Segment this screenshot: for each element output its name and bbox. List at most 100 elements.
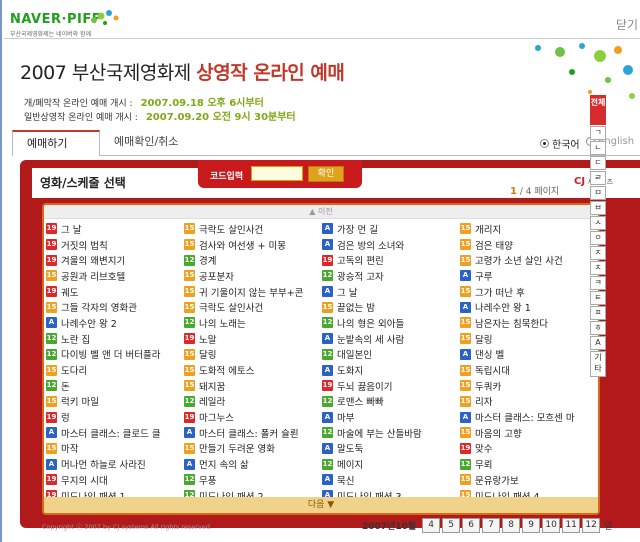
day-button[interactable]: 6 [462, 518, 481, 533]
movie-item[interactable]: 12 다이빙 벨 앤 더 버터플라 [46, 347, 184, 363]
index-letter-button[interactable]: ㄴ [590, 141, 606, 155]
movie-item[interactable]: 12 나의 형은 외아들 [322, 315, 460, 331]
close-link[interactable]: 닫기 [616, 16, 638, 33]
movie-item[interactable]: 19 거짓의 법칙 [46, 237, 184, 253]
movie-item[interactable]: 19 그 날 [46, 221, 184, 237]
index-letter-button[interactable]: ㄹ [590, 171, 606, 185]
movie-item[interactable]: 15 그들 각자의 영화관 [46, 299, 184, 315]
movie-item[interactable]: 15 도화적 에토스 [184, 362, 322, 378]
movie-item[interactable]: A 나례수안 왕 2 [46, 315, 184, 331]
movie-item[interactable]: A 먼지 속의 삶 [184, 456, 322, 472]
movie-item[interactable]: A 나레수안 왕 1 [460, 299, 598, 315]
lang-korean-radio[interactable]: 한국어 [540, 136, 580, 151]
movie-item[interactable]: A 검은 방의 소녀와 [322, 237, 460, 253]
tab-reserve[interactable]: 예매하기 [12, 130, 100, 156]
movie-item[interactable]: 19 고독의 편린 [322, 252, 460, 268]
movie-item[interactable]: A 구루 [460, 268, 598, 284]
movie-item[interactable]: 15 두쿼카 [460, 378, 598, 394]
movie-item[interactable]: A 머나먼 하늘로 사라진 [46, 456, 184, 472]
day-button[interactable]: 11 [562, 518, 581, 533]
movie-item[interactable]: 15 달링 [184, 347, 322, 363]
movie-item[interactable]: 15 달링 [460, 331, 598, 347]
movie-item[interactable]: 15 공원과 리브호텔 [46, 268, 184, 284]
index-letter-button[interactable]: ㅎ [590, 321, 606, 335]
index-letter-button[interactable]: ㅁ [590, 186, 606, 200]
movie-item[interactable]: A 가장 먼 길 [322, 221, 460, 237]
day-button[interactable]: 4 [422, 518, 441, 533]
movie-item[interactable]: 19 맞수 [460, 441, 598, 457]
movie-item[interactable]: 15 마음의 고향 [460, 425, 598, 441]
movie-item[interactable]: 12 노란 집 [46, 331, 184, 347]
movie-item[interactable]: 15 고령가 소년 살인 사건 [460, 252, 598, 268]
movie-item[interactable]: 12 광승적 고자 [322, 268, 460, 284]
day-button[interactable]: 7 [482, 518, 501, 533]
index-letter-button[interactable]: ㅂ [590, 201, 606, 215]
index-letter-button[interactable]: 기타 [590, 351, 606, 377]
movie-item[interactable]: 19 무지의 시대 [46, 472, 184, 488]
movie-item[interactable]: A그 날 [322, 284, 460, 300]
movie-item[interactable]: 12 로맨스 빠빠 [322, 394, 460, 410]
index-letter-button[interactable]: ㅈ [590, 246, 606, 260]
movie-item[interactable]: 15 리자 [460, 394, 598, 410]
movie-item[interactable]: 19 겨울의 왜변지기 [46, 252, 184, 268]
movie-item[interactable]: A 댄싱 벨 [460, 347, 598, 363]
movie-item[interactable]: 12 마술에 부는 산들바람 [322, 425, 460, 441]
movie-item[interactable]: 15 도다리 [46, 362, 184, 378]
movie-item[interactable]: 15 검은 태양 [460, 237, 598, 253]
movie-item[interactable]: 15 극락도 살인사건 [184, 299, 322, 315]
movie-item[interactable]: 12 무뢰 [460, 456, 598, 472]
movie-item[interactable]: 15 개리지 [460, 221, 598, 237]
day-button[interactable]: 8 [502, 518, 521, 533]
movie-item[interactable]: A 눈밭속의 세 사람 [322, 331, 460, 347]
code-input[interactable] [251, 166, 303, 181]
index-letter-button[interactable]: ㅍ [590, 306, 606, 320]
day-button[interactable]: 10 [542, 518, 561, 533]
movie-item[interactable]: 12 대일본인 [322, 347, 460, 363]
movie-item[interactable]: 12 경계 [184, 252, 322, 268]
movie-item[interactable]: A 도화지 [322, 362, 460, 378]
movie-item[interactable]: 15 그가 떠난 후 [460, 284, 598, 300]
index-letter-button[interactable]: ㅇ [590, 231, 606, 245]
movie-item[interactable]: 12 나의 노래는 [184, 315, 322, 331]
movie-item[interactable]: A 묵신 [322, 472, 460, 488]
movie-item[interactable]: A 마스터 클래스: 클로드 클 [46, 425, 184, 441]
movie-item[interactable]: A 마스터 클래스: 모흐센 마 [460, 409, 598, 425]
movie-item[interactable]: 15 독립시대 [460, 362, 598, 378]
movie-item[interactable]: 15 극락도 살인사건 [184, 221, 322, 237]
tab-check-cancel[interactable]: 예매확인/취소 [100, 130, 200, 156]
movie-item[interactable]: A 마스터 클래스: 폴커 슐뢴 [184, 425, 322, 441]
naver-piff-logo[interactable]: NAVER·PIFF [10, 12, 101, 27]
prev-page-button[interactable]: ▲ 이전 [44, 205, 598, 219]
index-letter-button[interactable]: ㄱ [590, 126, 606, 140]
movie-item[interactable]: 19 두뇌 끓음이기 [322, 378, 460, 394]
movie-item[interactable]: 15 공포분자 [184, 268, 322, 284]
movie-item[interactable]: 12 돈 [46, 378, 184, 394]
index-all-button[interactable]: 전체 [590, 95, 606, 125]
day-button[interactable]: 12 [582, 518, 601, 533]
code-confirm-button[interactable]: 확인 [308, 166, 344, 182]
index-letter-button[interactable]: ㅊ [590, 261, 606, 275]
index-letter-button[interactable]: ㅋ [590, 276, 606, 290]
movie-item[interactable]: 19 마그누스 [184, 409, 322, 425]
day-button[interactable]: 5 [442, 518, 461, 533]
next-page-button[interactable]: 다음 ▼ [44, 497, 598, 513]
movie-item[interactable]: 15 럭키 마일 [46, 394, 184, 410]
movie-item[interactable]: 19 궤도 [46, 284, 184, 300]
movie-item[interactable]: 15 남은자는 침묵한다 [460, 315, 598, 331]
movie-item[interactable]: 12 무풍 [184, 472, 322, 488]
index-letter-button[interactable]: ㅅ [590, 216, 606, 230]
index-letter-button[interactable]: ㄷ [590, 156, 606, 170]
movie-item[interactable]: A 말도둑 [322, 441, 460, 457]
index-letter-button[interactable]: ㅌ [590, 291, 606, 305]
movie-item[interactable]: 15 마작 [46, 441, 184, 457]
movie-item[interactable]: 15 돼지꿈 [184, 378, 322, 394]
movie-item[interactable]: 15 만들기 두려운 영화 [184, 441, 322, 457]
movie-item[interactable]: 12 레일라 [184, 394, 322, 410]
index-letter-button[interactable]: A [590, 336, 606, 350]
movie-item[interactable]: 15 검사와 여선생 + 미몽 [184, 237, 322, 253]
day-button[interactable]: 9 [522, 518, 541, 533]
movie-item[interactable]: 19 노말 [184, 331, 322, 347]
movie-item[interactable]: 15 문유랑가보 [460, 472, 598, 488]
movie-item[interactable]: A 마부 [322, 409, 460, 425]
movie-item[interactable]: 19 렁 [46, 409, 184, 425]
